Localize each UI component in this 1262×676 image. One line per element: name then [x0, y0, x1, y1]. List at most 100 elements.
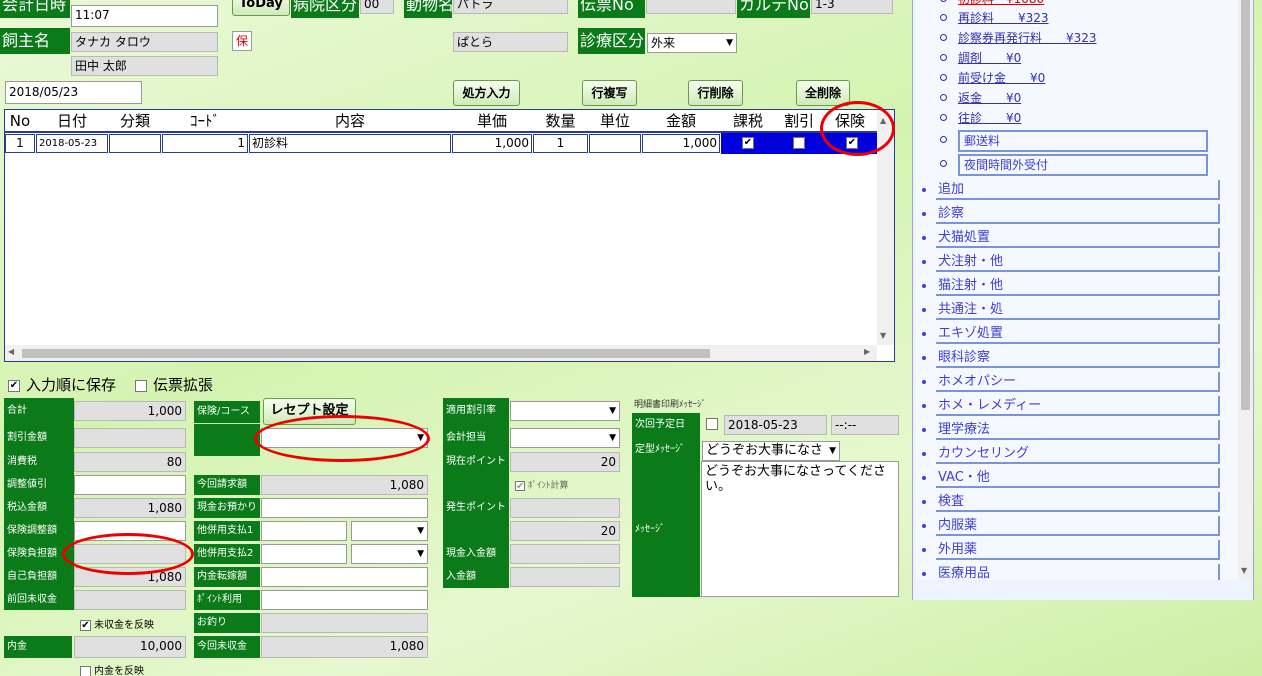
point-riyo-field[interactable]: [261, 590, 428, 610]
cell-tanka[interactable]: 1,000: [452, 134, 532, 153]
karte-field[interactable]: 1-3: [811, 0, 893, 14]
zeikomi-field[interactable]: 1,080: [74, 498, 186, 518]
zenkai-field[interactable]: [74, 590, 186, 610]
tekiyo-label: 適用割引率: [443, 401, 509, 421]
uchikin-hanei-checkbox[interactable]: [80, 665, 91, 676]
shohou-button[interactable]: 処方入力: [453, 80, 520, 106]
menu-category[interactable]: ホメ・レメディー: [916, 395, 1220, 417]
jikai-date-field[interactable]: 2018-05-23: [724, 415, 827, 435]
menu-category[interactable]: 検査: [916, 491, 1220, 513]
azukari-field[interactable]: [261, 498, 428, 518]
hscroll-thumb[interactable]: [22, 349, 710, 358]
genkin-field[interactable]: [510, 544, 620, 564]
heiyo1-field[interactable]: [261, 521, 347, 541]
tekiyo-select[interactable]: ▼: [510, 401, 620, 421]
cell-code[interactable]: 1: [162, 134, 248, 153]
menu-category[interactable]: ホメオパシー: [916, 371, 1220, 393]
th-date: 日付: [56, 112, 87, 130]
th-code: ｺｰﾄﾞ: [189, 112, 220, 130]
shohizei-label: 消費税: [4, 452, 72, 472]
nyukin-field[interactable]: [510, 567, 620, 587]
heiyo2-select[interactable]: ▼: [351, 544, 428, 564]
menu-category[interactable]: 外用薬: [916, 539, 1220, 561]
tanto-select[interactable]: ▼: [510, 428, 620, 448]
bullet-icon: [922, 572, 926, 576]
cell-no[interactable]: 1: [5, 134, 35, 153]
scroll-down-icon[interactable]: ▼: [880, 331, 886, 340]
point-keisan-option[interactable]: ✔ ﾎﾟｲﾝﾄ計算: [515, 478, 569, 491]
jikai-time-field[interactable]: --:--: [831, 415, 899, 435]
sakujo-button[interactable]: 行削除: [688, 80, 743, 106]
konkai-field[interactable]: 1,080: [261, 475, 428, 495]
nyuryoku-checkbox[interactable]: ✔: [8, 379, 20, 392]
menu-category-box: [936, 396, 1220, 416]
nyuryoku-option[interactable]: ✔ 入力順に保存: [8, 374, 116, 395]
menu-category[interactable]: 理学療法: [916, 419, 1220, 441]
menu-category[interactable]: 犬猫処置: [916, 227, 1220, 249]
right-menu-thumb[interactable]: [1241, 0, 1250, 410]
bullet-icon: [922, 356, 926, 360]
teikei-select[interactable]: どうぞお大事になさ ▼: [702, 441, 840, 461]
waribiki-checkbox[interactable]: [793, 137, 805, 149]
heiyo1-select[interactable]: ▼: [351, 521, 428, 541]
owner-kana-field[interactable]: タナカ タロウ: [71, 32, 218, 52]
byoin-field[interactable]: 00: [360, 0, 394, 14]
menu-category[interactable]: 共通注・処: [916, 299, 1220, 321]
heiyo2-field[interactable]: [261, 544, 347, 564]
uchikin-field[interactable]: 10,000: [74, 636, 186, 658]
msg-textarea[interactable]: どうぞお大事になさってください。: [701, 461, 899, 597]
kakucho-option[interactable]: 伝票拡張: [135, 374, 213, 395]
point-total-field[interactable]: 20: [510, 521, 620, 541]
bullet-icon: [922, 476, 926, 480]
submenu-box-item[interactable]: 夜間時間外受付: [940, 154, 1208, 176]
hassei-field[interactable]: [510, 498, 620, 518]
menu-category[interactable]: 診察: [916, 203, 1220, 225]
otsuri-field[interactable]: [261, 613, 428, 633]
menu-category[interactable]: カウンセリング: [916, 443, 1220, 465]
menu-category[interactable]: 内服薬: [916, 515, 1220, 537]
menu-category[interactable]: エキゾ処置: [916, 323, 1220, 345]
today-button[interactable]: ToDay: [232, 0, 290, 16]
cell-bunrui[interactable]: [109, 134, 161, 153]
menu-category[interactable]: 犬注射・他: [916, 251, 1220, 273]
zen-sakujo-button[interactable]: 全削除: [796, 80, 850, 106]
owner-name-field[interactable]: 田中 太郎: [71, 56, 218, 76]
shohizei-field[interactable]: 80: [74, 452, 186, 472]
mishu-field[interactable]: 1,080: [261, 636, 428, 658]
chosei-field[interactable]: [74, 475, 186, 495]
menu-category[interactable]: 追加: [916, 179, 1220, 201]
dobutsu-field[interactable]: パトラ: [453, 0, 568, 14]
submenu-box-item[interactable]: 郵送料: [940, 130, 1208, 152]
mishu-hanei-checkbox[interactable]: ✔: [80, 619, 91, 631]
scroll-left-icon[interactable]: ◀: [8, 347, 14, 356]
fukusha-button[interactable]: 行複写: [582, 80, 637, 106]
denpyo-field[interactable]: [646, 0, 736, 14]
kazei-checkbox[interactable]: ✔: [742, 137, 754, 149]
dobutsu-kana-field[interactable]: ぱとら: [453, 32, 568, 52]
cell-suryo[interactable]: 1: [533, 134, 588, 153]
scroll-right-icon[interactable]: ▶: [864, 347, 870, 356]
gokei-field[interactable]: 1,000: [74, 401, 186, 421]
dropdown-arrow-icon: ▼: [417, 549, 424, 559]
cell-kingaku[interactable]: 1,000: [642, 134, 720, 153]
uchikin-tenko-field[interactable]: [261, 567, 428, 587]
menu-category[interactable]: 眼科診察: [916, 347, 1220, 369]
kaikei-time-field[interactable]: 11:07: [71, 5, 218, 27]
mishu-hanei-option[interactable]: ✔ 未収金を反映: [80, 616, 154, 631]
point-keisan-checkbox[interactable]: ✔: [515, 480, 525, 491]
uchikin-hanei-option[interactable]: 内金を反映: [80, 662, 144, 676]
date-field[interactable]: 2018/05/23: [5, 81, 142, 104]
waribiki-field[interactable]: [74, 428, 186, 448]
bullet-icon: [922, 212, 926, 216]
cell-naiyo[interactable]: 初診料: [249, 134, 451, 153]
kakucho-checkbox[interactable]: [135, 379, 147, 392]
menu-category[interactable]: 猫注射・他: [916, 275, 1220, 297]
shinryo-select[interactable]: 外来 ▼: [647, 33, 737, 53]
cell-tani[interactable]: [589, 134, 641, 153]
menu-category[interactable]: VAC・他: [916, 467, 1220, 489]
cell-date[interactable]: 2018-05-23: [36, 134, 108, 153]
genzai-field[interactable]: 20: [510, 452, 620, 472]
shinryo-value: 外来: [651, 36, 676, 50]
jikai-checkbox[interactable]: [706, 418, 718, 430]
right-menu-scroll-down-icon[interactable]: ▼: [1241, 566, 1247, 575]
